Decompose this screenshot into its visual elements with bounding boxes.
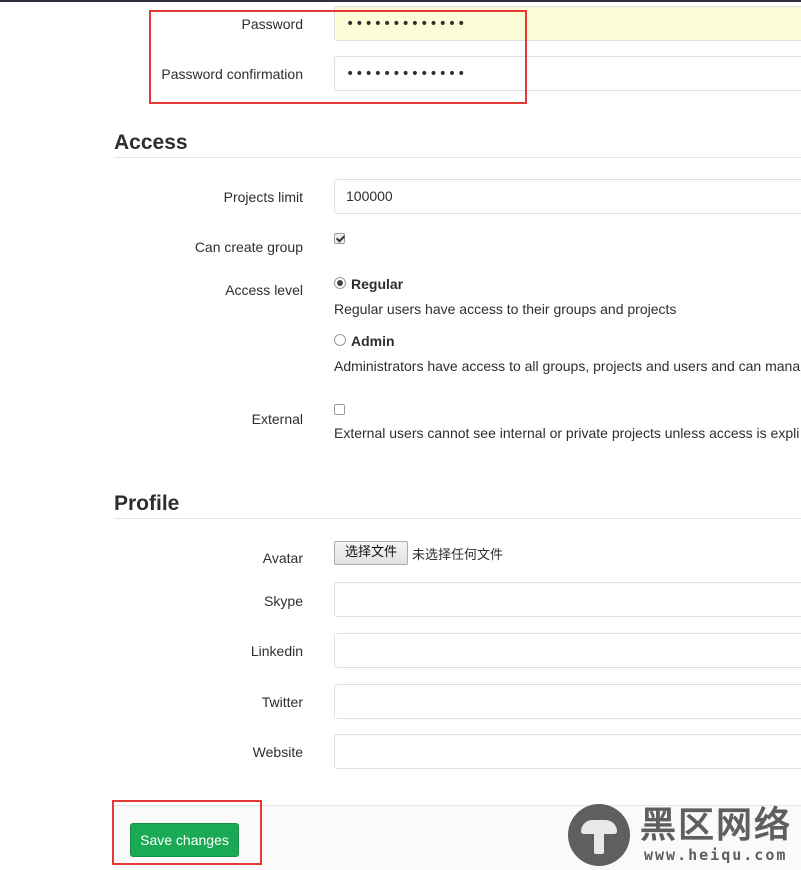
website-input[interactable] xyxy=(334,734,801,769)
profile-section-title: Profile xyxy=(114,492,180,515)
avatar-label: Avatar xyxy=(262,550,303,566)
access-level-label: Access level xyxy=(225,282,303,298)
mushroom-logo-icon xyxy=(568,804,630,866)
top-border xyxy=(0,0,801,2)
linkedin-input[interactable] xyxy=(334,633,801,668)
skype-input[interactable] xyxy=(334,582,801,617)
can-create-group-label: Can create group xyxy=(194,239,303,255)
watermark-url: www.heiqu.com xyxy=(644,846,788,864)
access-level-admin-help: Administrators have access to all groups… xyxy=(334,358,801,374)
access-level-regular-radio[interactable] xyxy=(334,277,346,289)
access-level-regular-help: Regular users have access to their group… xyxy=(334,301,677,317)
linkedin-label: Linkedin xyxy=(250,643,303,659)
choose-file-button[interactable]: 选择文件 xyxy=(334,541,408,565)
skype-label: Skype xyxy=(264,593,303,609)
external-help: External users cannot see internal or pr… xyxy=(334,425,800,441)
projects-limit-input[interactable]: 100000 xyxy=(334,179,801,214)
can-create-group-checkbox[interactable] xyxy=(334,233,345,244)
watermark-title: 黑区网络 xyxy=(640,805,793,846)
projects-limit-value: 100000 xyxy=(346,188,393,204)
access-section-divider xyxy=(114,157,801,158)
profile-section-divider xyxy=(114,518,801,519)
access-level-admin-radio[interactable] xyxy=(334,334,346,346)
website-label: Website xyxy=(252,744,303,760)
access-level-admin-label[interactable]: Admin xyxy=(351,333,395,349)
file-status-text: 未选择任何文件 xyxy=(412,548,504,563)
external-checkbox[interactable] xyxy=(334,404,345,415)
password-highlight-box xyxy=(149,10,527,104)
twitter-input[interactable] xyxy=(334,684,801,719)
save-button-highlight-box xyxy=(112,800,262,865)
twitter-label: Twitter xyxy=(261,694,303,710)
site-watermark: 黑区网络 www.heiqu.com xyxy=(568,804,801,870)
projects-limit-label: Projects limit xyxy=(223,189,303,205)
access-level-regular-label[interactable]: Regular xyxy=(351,276,403,292)
external-label: External xyxy=(251,411,303,427)
access-section-title: Access xyxy=(114,131,188,154)
